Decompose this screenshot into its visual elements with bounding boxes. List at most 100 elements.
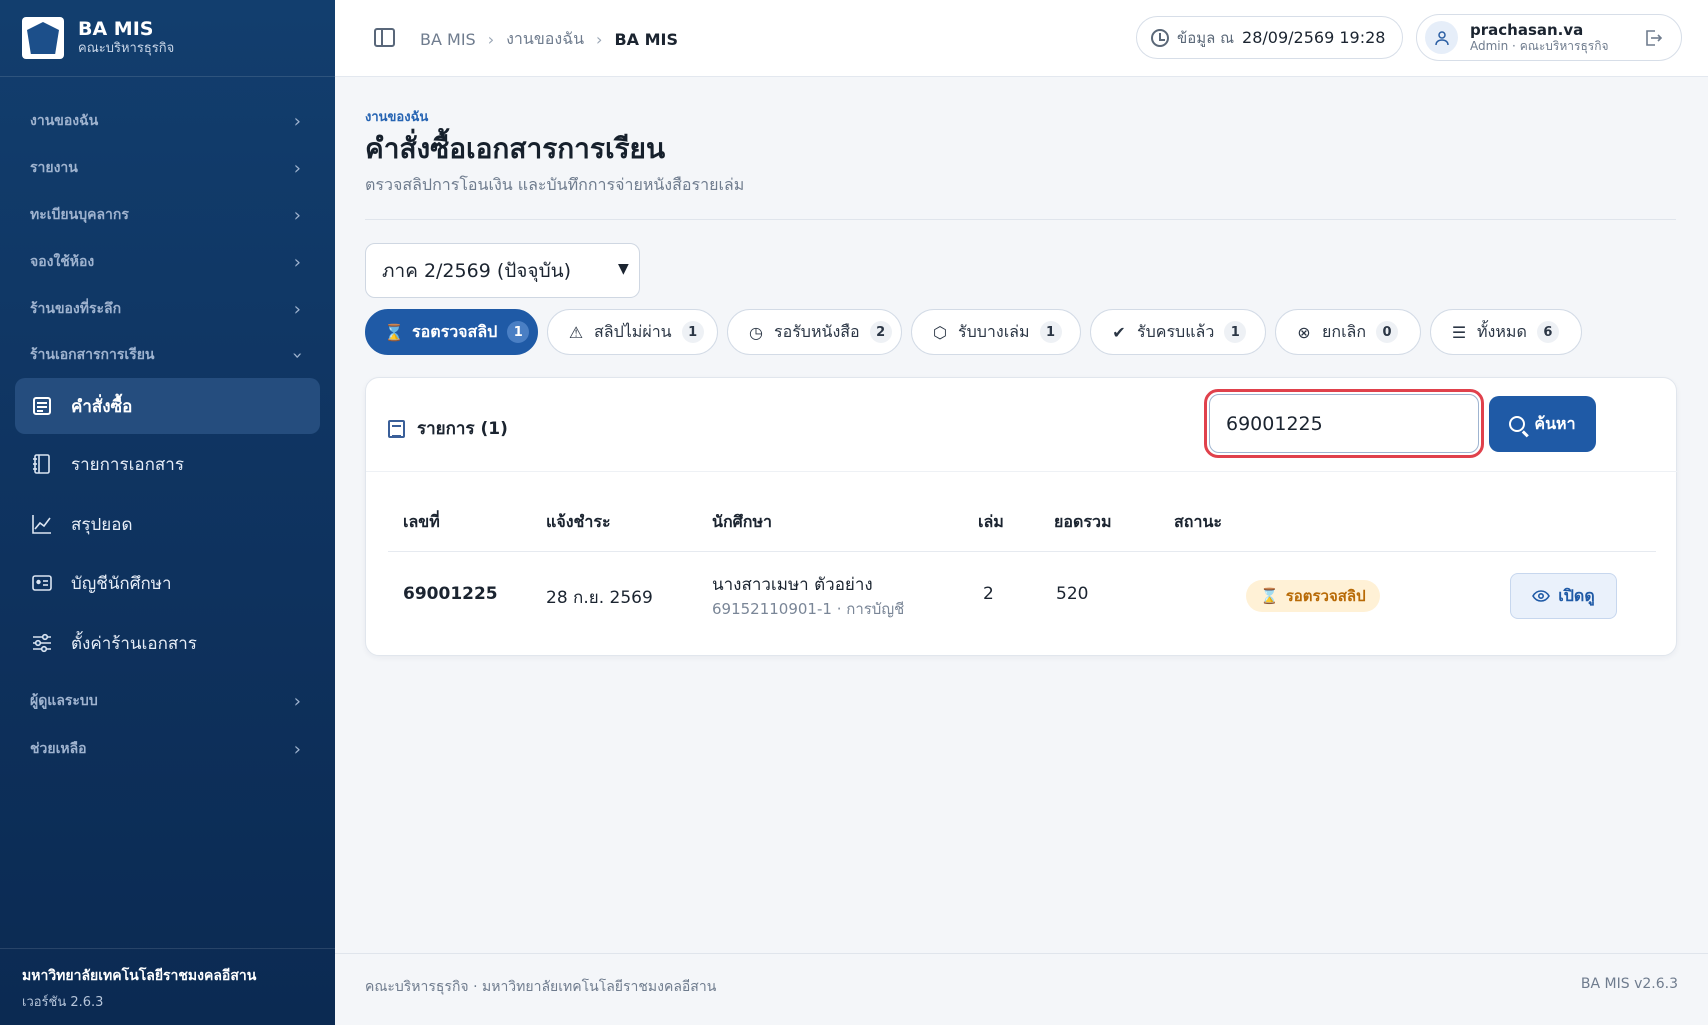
page-footer: คณะบริหารธุรกิจ · มหาวิทยาลัยเทคโนโลยีรา… — [335, 953, 1708, 1025]
tab-count-badge: 2 — [869, 321, 892, 343]
sidebar-group-room-booking[interactable]: จองใช้ห้อง › — [0, 242, 335, 282]
breadcrumb-current: BA MIS — [614, 30, 678, 49]
eye-icon — [1532, 587, 1551, 606]
tab-label: รับครบแล้ว — [1137, 321, 1215, 341]
footer-org: คณะบริหารธุรกิจ · มหาวิทยาลัยเทคโนโลยีรา… — [365, 979, 717, 995]
sidebar-group-label: ทะเบียนบุคลากร — [30, 207, 129, 223]
tab-partially-received[interactable]: ⬡ รับบางเล่ม 1 — [911, 309, 1081, 355]
sidebar-item-label: ตั้งค่าร้านเอกสาร — [71, 633, 197, 654]
page-eyebrow: งานของฉัน — [365, 110, 429, 125]
column-header[interactable]: นักศึกษา — [712, 510, 772, 535]
sidebar-group-reports[interactable]: รายงาน › — [0, 148, 335, 188]
term-select[interactable]: ภาค 2/2569 (ปัจจุบัน) — [365, 243, 640, 298]
sidebar-group-document-shop[interactable]: ร้านเอกสารการเรียน › — [0, 335, 335, 375]
sidebar-group-my-work[interactable]: งานของฉัน › — [0, 101, 335, 141]
data-timestamp: ข้อมูล ณ 28/09/2569 19:28 — [1136, 16, 1403, 59]
logout-icon[interactable] — [1643, 28, 1663, 53]
divider — [388, 551, 1656, 552]
chevron-right-icon: › — [293, 690, 301, 712]
chevron-right-icon: › — [293, 110, 301, 132]
sidebar-group-label: ร้านของที่ระลึก — [30, 301, 122, 317]
tab-slip-rejected[interactable]: ⚠ สลิปไม่ผ่าน 1 — [547, 309, 718, 355]
sidebar-group-label: ผู้ดูแลระบบ — [30, 693, 98, 709]
sidebar-item-orders[interactable]: คำสั่งซื้อ — [15, 378, 320, 434]
sidebar-group-souvenir-shop[interactable]: ร้านของที่ระลึก › — [0, 289, 335, 329]
student-meta: 69152110901-1 · การบัญชี — [712, 600, 905, 618]
user-menu[interactable]: prachasan.va Admin · คณะบริหารธุรกิจ — [1416, 14, 1682, 61]
sidebar-group-label: ช่วยเหลือ — [30, 741, 87, 757]
search-icon — [1509, 416, 1526, 432]
breadcrumb-item[interactable]: BA MIS — [420, 30, 476, 49]
column-header[interactable]: แจ้งชำระ — [546, 510, 611, 535]
chart-line-icon — [31, 513, 53, 535]
search-button[interactable]: ค้นหา — [1489, 396, 1596, 452]
column-header[interactable]: เลขที่ — [403, 510, 440, 535]
x-circle-icon: ⊗ — [1297, 322, 1311, 342]
hourglass-icon: ⌛ — [1260, 587, 1279, 605]
sidebar-item-label: รายการเอกสาร — [71, 454, 184, 475]
payment-date: 28 ก.ย. 2569 — [546, 588, 653, 608]
view-button[interactable]: เปิดดู — [1510, 573, 1617, 619]
chevron-right-icon: › — [596, 30, 603, 49]
book-count: 2 — [983, 584, 994, 604]
chevron-right-icon: › — [293, 298, 301, 320]
brand: BA MIS คณะบริหารธุรกิจ — [0, 0, 335, 77]
tab-label: รอรับหนังสือ — [774, 321, 860, 341]
tab-count-badge: 1 — [1039, 321, 1062, 343]
tab-count-badge: 1 — [681, 321, 704, 343]
tab-label: ยกเลิก — [1322, 321, 1367, 341]
data-timestamp-value: 28/09/2569 19:28 — [1242, 28, 1386, 47]
divider — [365, 219, 1676, 220]
tab-pending-slip[interactable]: ⌛ รอตรวจสลิป 1 — [365, 309, 538, 355]
check-circle-icon: ✔ — [1112, 322, 1126, 342]
order-number: 69001225 — [403, 584, 498, 604]
sidebar-item-label: บัญชีนักศึกษา — [71, 573, 172, 594]
tab-fully-received[interactable]: ✔ รับครบแล้ว 1 — [1090, 309, 1266, 355]
list-icon: ☰ — [1451, 322, 1467, 342]
user-role: Admin · คณะบริหารธุรกิจ — [1470, 39, 1609, 53]
chevron-down-icon: › — [286, 351, 308, 359]
sidebar-item-shop-settings[interactable]: ตั้งค่าร้านเอกสาร — [15, 615, 320, 671]
tab-all[interactable]: ☰ ทั้งหมด 6 — [1430, 309, 1582, 355]
orders-card: รายการ (1) ค้นหา เลขที่ แจ้งชำระ นักศึกษ… — [365, 377, 1678, 656]
tab-label: รอตรวจสลิป — [412, 321, 498, 341]
sidebar-item-label: คำสั่งซื้อ — [71, 396, 133, 417]
id-card-icon — [31, 572, 53, 594]
list-title: รายการ (1) — [388, 415, 508, 442]
sidebar: BA MIS คณะบริหารธุรกิจ งานของฉัน › รายงาน… — [0, 0, 335, 1025]
column-header[interactable]: ยอดรวม — [1054, 510, 1112, 535]
order-total: 520 — [1056, 584, 1089, 604]
tab-count-badge: 6 — [1536, 321, 1559, 343]
column-header[interactable]: สถานะ — [1174, 510, 1222, 535]
warning-icon: ⚠ — [568, 322, 584, 342]
sidebar-item-documents[interactable]: รายการเอกสาร — [15, 436, 320, 492]
view-button-label: เปิดดู — [1558, 585, 1595, 605]
sidebar-group-help[interactable]: ช่วยเหลือ › — [0, 729, 335, 769]
sidebar-item-summary[interactable]: สรุปยอด — [15, 496, 320, 552]
version-text: เวอร์ชัน 2.6.3 — [22, 995, 104, 1010]
chevron-right-icon: › — [293, 251, 301, 273]
topbar: BA MIS › งานของฉัน › BA MIS ข้อมูล ณ 28/… — [335, 0, 1708, 77]
chevron-right-icon: › — [293, 157, 301, 179]
page-title: คำสั่งซื้อเอกสารการเรียน — [365, 132, 666, 165]
sidebar-group-admin[interactable]: ผู้ดูแลระบบ › — [0, 681, 335, 721]
main-content: งานของฉัน คำสั่งซื้อเอกสารการเรียน ตรวจส… — [335, 77, 1708, 953]
sidebar-toggle-icon[interactable] — [374, 28, 395, 47]
breadcrumb-item[interactable]: งานของฉัน — [506, 27, 584, 52]
tab-awaiting-pickup[interactable]: ◷ รอรับหนังสือ 2 — [727, 309, 902, 355]
tab-count-badge: 1 — [1224, 321, 1247, 343]
sidebar-item-student-accounts[interactable]: บัญชีนักศึกษา — [15, 555, 320, 611]
sidebar-group-personnel[interactable]: ทะเบียนบุคลากร › — [0, 195, 335, 235]
app-subtitle: คณะบริหารธุรกิจ — [78, 41, 175, 56]
chevron-right-icon: › — [293, 738, 301, 760]
book-icon — [31, 453, 53, 475]
search-input[interactable] — [1209, 394, 1479, 453]
sidebar-group-label: งานของฉัน — [30, 113, 99, 129]
page-subtitle: ตรวจสลิปการโอนเงิน และบันทึกการจ่ายหนังส… — [365, 175, 745, 194]
tab-cancelled[interactable]: ⊗ ยกเลิก 0 — [1275, 309, 1421, 355]
breadcrumb: BA MIS › งานของฉัน › BA MIS — [420, 27, 678, 52]
chevron-right-icon: › — [487, 30, 495, 49]
clock-icon — [1151, 28, 1169, 47]
list-title-text: รายการ (1) — [417, 419, 508, 439]
column-header[interactable]: เล่ม — [978, 510, 1004, 535]
